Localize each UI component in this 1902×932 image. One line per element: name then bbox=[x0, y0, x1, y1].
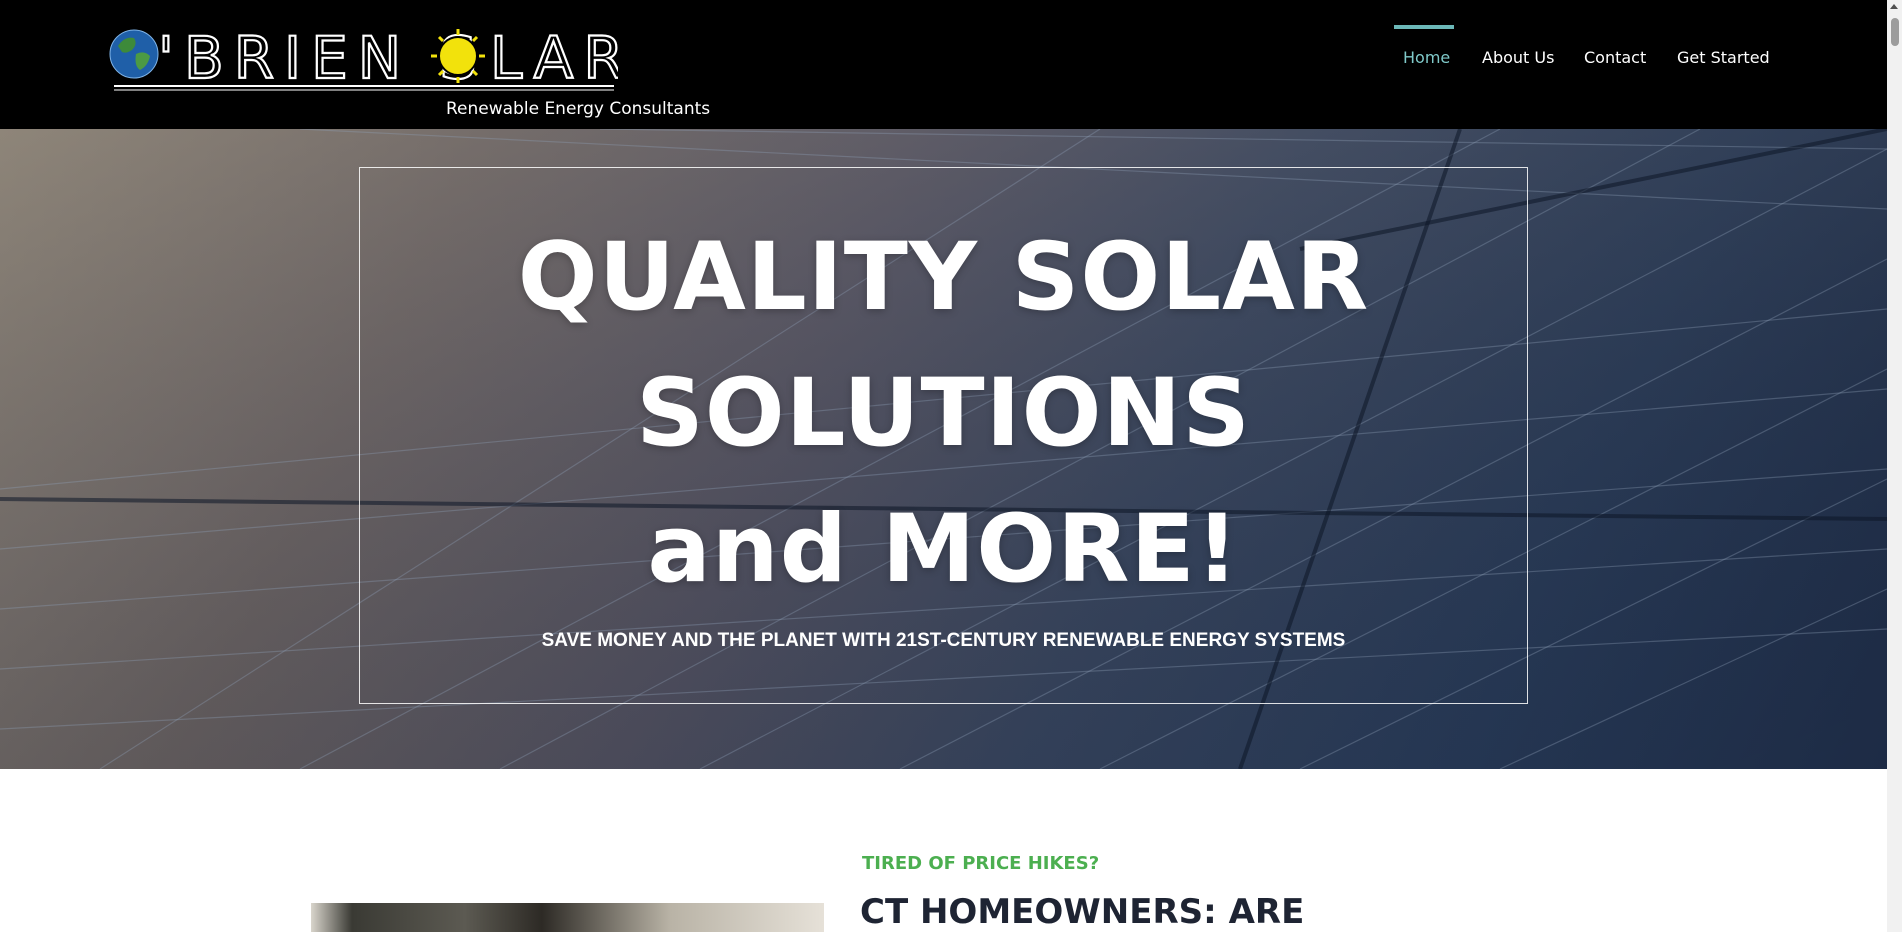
nav-item-get-started[interactable]: Get Started bbox=[1677, 48, 1770, 67]
logo-text-part1: 'BRIEN S bbox=[158, 24, 486, 92]
hero-title-line2: SOLUTIONS bbox=[636, 359, 1251, 468]
content-image bbox=[311, 903, 824, 932]
logo-tagline: Renewable Energy Consultants bbox=[446, 99, 711, 119]
hero-subtitle: SAVE MONEY AND THE PLANET WITH 21ST-CENT… bbox=[541, 630, 1346, 651]
scrollbar-thumb[interactable] bbox=[1891, 18, 1899, 46]
nav-item-contact[interactable]: Contact bbox=[1584, 48, 1646, 67]
logo-wordmark: 'BRIEN S LAR bbox=[109, 24, 618, 92]
page-scrollbar[interactable] bbox=[1887, 0, 1902, 932]
logo[interactable]: 'BRIEN S LAR Renewable Energy Consultant… bbox=[108, 24, 711, 124]
site-header: 'BRIEN S LAR Renewable Energy Consultant… bbox=[0, 0, 1887, 129]
hero-title-line3: and MORE! bbox=[647, 495, 1240, 604]
section-heading: CT HOMEOWNERS: ARE bbox=[860, 892, 1305, 932]
logo-text-part2: LAR bbox=[490, 24, 618, 92]
hero-title-line1: QUALITY SOLAR bbox=[517, 223, 1370, 332]
nav-active-indicator bbox=[1394, 25, 1454, 29]
section-eyebrow: TIRED OF PRICE HIKES? bbox=[862, 853, 1100, 874]
nav-item-home[interactable]: Home bbox=[1403, 48, 1450, 67]
globe-icon bbox=[109, 29, 159, 79]
sun-icon bbox=[431, 29, 485, 83]
scroll-up-icon[interactable] bbox=[1890, 4, 1898, 9]
nav-item-about-us[interactable]: About Us bbox=[1482, 48, 1554, 67]
hero-banner: QUALITY SOLAR SOLUTIONS and MORE! SAVE M… bbox=[0, 129, 1887, 769]
